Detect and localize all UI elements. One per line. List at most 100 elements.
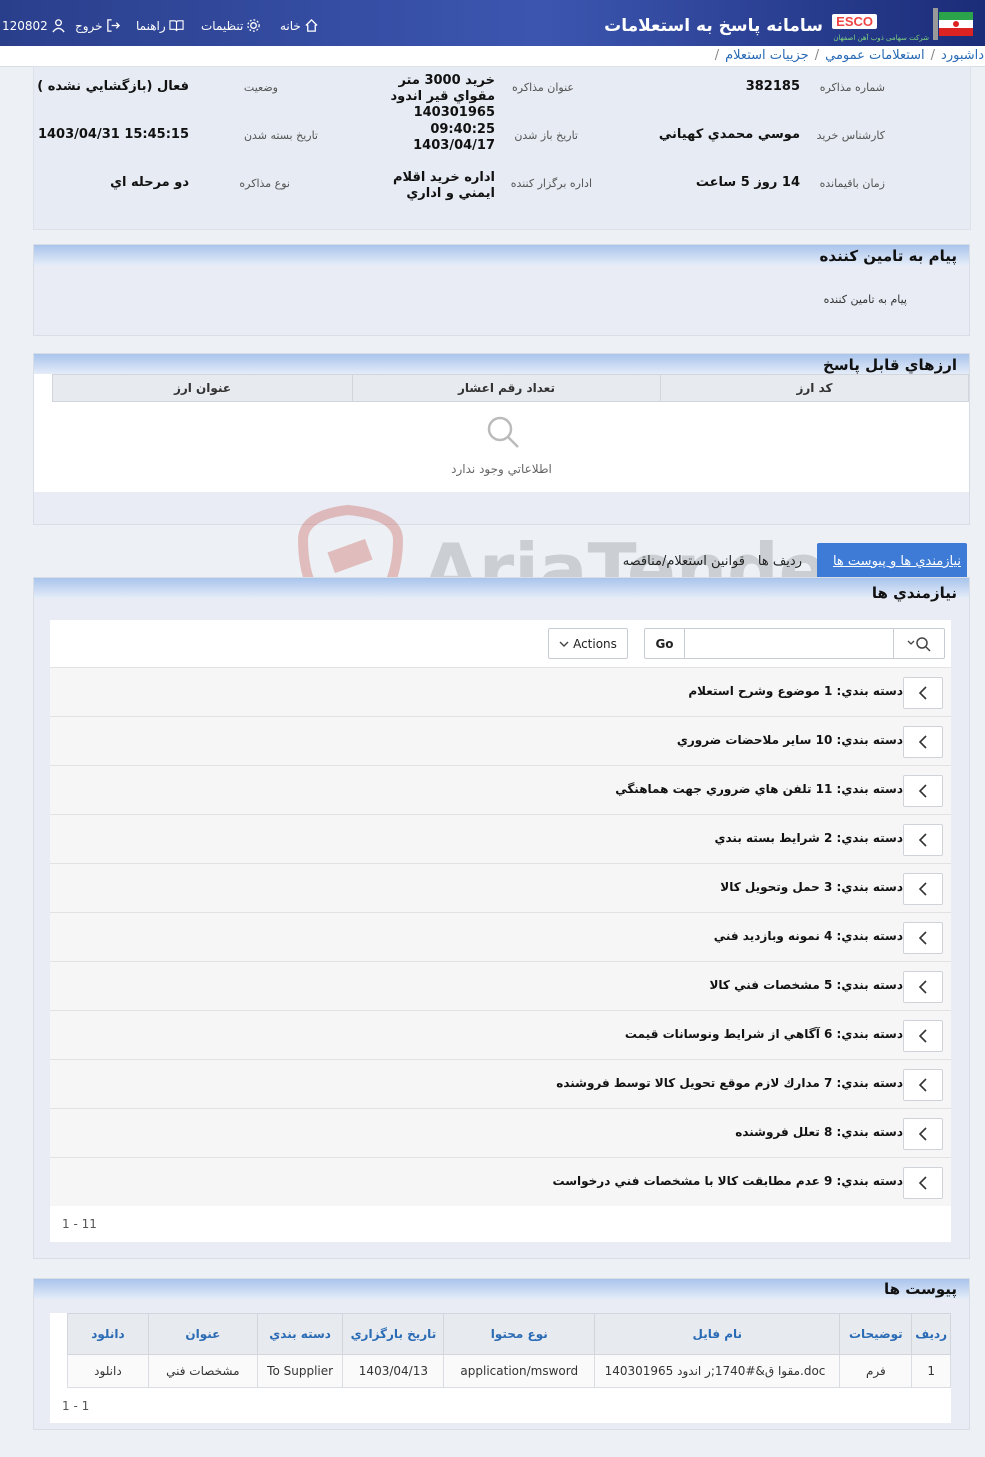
title-value: خريد 3000 متر مقواي قير اندود 140301965 bbox=[390, 73, 495, 120]
column-currency-code[interactable]: کد ارز bbox=[660, 374, 969, 402]
column-title[interactable]: عنوان bbox=[147, 1313, 258, 1355]
nav-guide[interactable]: راهنما bbox=[136, 18, 184, 33]
logout-icon bbox=[106, 19, 120, 32]
chevron-left-icon bbox=[918, 882, 927, 896]
list-item[interactable]: دسته بندي: 2 شرايط بسته بندي bbox=[50, 815, 951, 864]
empty-state-text: اطلاعاتي وجود ندارد bbox=[451, 462, 552, 476]
column-download[interactable]: دانلود bbox=[67, 1313, 149, 1355]
app-title: سامانه پاسخ به استعلامات bbox=[604, 16, 823, 36]
chevron-left-icon bbox=[918, 1078, 927, 1092]
category-text: 4 نمونه وبازديد فني bbox=[713, 929, 833, 943]
breadcrumb-public-inquiries[interactable]: استعلامات عمومي bbox=[825, 48, 925, 63]
expand-button[interactable] bbox=[903, 971, 943, 1003]
status-label: وضعيت bbox=[243, 81, 278, 94]
nav-guide-label: راهنما bbox=[136, 18, 166, 33]
expand-button[interactable] bbox=[903, 677, 943, 709]
expand-button[interactable] bbox=[903, 922, 943, 954]
supplier-message-region: پيام به تامين کننده پيام به تامين کننده bbox=[33, 244, 970, 336]
cell-download[interactable]: دانلود bbox=[67, 1354, 149, 1388]
column-upload-date[interactable]: تاريخ بارگزاري bbox=[342, 1313, 445, 1355]
column-decimal-count[interactable]: تعداد رقم اعشار bbox=[352, 374, 661, 402]
breadcrumb-inquiry-details[interactable]: جزييات استعلام bbox=[725, 48, 809, 63]
number-label: شماره مذاکره bbox=[819, 81, 885, 94]
expand-button[interactable] bbox=[903, 1020, 943, 1052]
column-row[interactable]: رديف bbox=[911, 1313, 951, 1355]
chevron-left-icon bbox=[918, 1029, 927, 1043]
expand-button[interactable] bbox=[903, 1167, 943, 1199]
list-item[interactable]: دسته بندي: 8 تعلل فروشنده bbox=[50, 1109, 951, 1158]
nav-user[interactable]: 120802 bbox=[2, 18, 66, 33]
org-label: اداره برگزار کننده bbox=[510, 177, 592, 190]
brand-subtitle: شرکت سهامی ذوب آهن اصفهان bbox=[833, 34, 929, 42]
expand-button[interactable] bbox=[903, 775, 943, 807]
search-column-button[interactable] bbox=[893, 629, 944, 658]
expand-button[interactable] bbox=[903, 873, 943, 905]
nav-logout[interactable]: خروج bbox=[75, 18, 121, 33]
gear-icon bbox=[247, 19, 261, 32]
category-text: 3 حمل وتحويل کالا bbox=[720, 880, 833, 894]
breadcrumb-dashboard[interactable]: ه داشبورد bbox=[941, 48, 985, 63]
category-text: 1 موضوع وشرح استعلام bbox=[688, 684, 833, 698]
nav-settings-label: تنظیمات bbox=[201, 18, 244, 33]
tab-requirements-attachments[interactable]: نيازمندي ها و پيوست ها bbox=[817, 543, 967, 577]
tab-rows[interactable]: رديف ها bbox=[758, 554, 802, 569]
list-item[interactable]: دسته بندي: 9 عدم مطابقت کالا با مشخصات ف… bbox=[50, 1158, 951, 1207]
go-button[interactable]: Go bbox=[645, 629, 685, 658]
column-description[interactable]: توضيحات bbox=[839, 1313, 913, 1355]
tab-requirements-label: نيازمندي ها و پيوست ها bbox=[832, 554, 961, 569]
category-prefix: دسته بندي: bbox=[836, 1174, 903, 1188]
title-label: عنوان مذاکره bbox=[512, 81, 574, 94]
currencies-region: ارزهاي قابل پاسخ کد ارز تعداد رقم اعشار … bbox=[33, 353, 970, 525]
open-time: 09:40:25 bbox=[430, 122, 495, 137]
table-row: 1 فرم مقوا ق&#1740;ر اندود 140301965.doc ap… bbox=[67, 1354, 951, 1388]
category-text: 2 شرايط بسته بندي bbox=[714, 831, 833, 845]
logo-icon bbox=[933, 8, 977, 40]
list-item[interactable]: دسته بندي: 3 حمل وتحويل کالا bbox=[50, 864, 951, 913]
list-item[interactable]: دسته بندي: 7 مدارك لازم موقع تحويل کالا … bbox=[50, 1060, 951, 1109]
remaining-label: زمان باقيمانده bbox=[819, 177, 885, 190]
status-value: فعال (بازگشايي نشده ) bbox=[37, 79, 189, 94]
supplier-message-body: پيام به تامين کننده bbox=[823, 293, 907, 306]
search-input[interactable] bbox=[685, 631, 889, 656]
list-item[interactable]: دسته بندي: 10 ساير ملاحضات ضروري bbox=[50, 717, 951, 766]
cell-category: To Supplier bbox=[256, 1354, 344, 1388]
list-item[interactable]: دسته بندي: 6 آگاهي از شرايط ونوسانات قيم… bbox=[50, 1011, 951, 1060]
column-category[interactable]: دسته بندي bbox=[256, 1313, 344, 1355]
actions-menu-button[interactable]: Actions bbox=[548, 628, 628, 659]
list-item[interactable]: دسته بندي: 11 تلفن هاي ضروري جهت هماهنگي bbox=[50, 766, 951, 815]
attachments-title: پيوست ها bbox=[883, 1280, 957, 1298]
expand-button[interactable] bbox=[903, 726, 943, 758]
chevron-left-icon bbox=[918, 1127, 927, 1141]
list-item-label: دسته بندي: 11 تلفن هاي ضروري جهت هماهنگي bbox=[615, 782, 903, 796]
list-item-label: دسته بندي: 2 شرايط بسته بندي bbox=[715, 831, 904, 845]
expand-button[interactable] bbox=[903, 1069, 943, 1101]
list-item[interactable]: دسته بندي: 4 نمونه وبازديد فني bbox=[50, 913, 951, 962]
user-icon bbox=[52, 19, 65, 33]
close-date-label: تاريخ بسته شدن bbox=[243, 129, 318, 142]
nav-settings[interactable]: تنظیمات bbox=[201, 18, 261, 33]
expand-button[interactable] bbox=[903, 1118, 943, 1150]
breadcrumb-separator: / bbox=[930, 48, 936, 63]
brand-name: ESCO bbox=[832, 14, 877, 29]
category-text: 6 آگاهي از شرايط ونوسانات قيمت bbox=[624, 1027, 833, 1041]
list-item-label: دسته بندي: 8 تعلل فروشنده bbox=[735, 1125, 903, 1139]
column-content-type[interactable]: نوع محتوا bbox=[443, 1313, 596, 1355]
chevron-down-icon bbox=[559, 641, 569, 647]
expand-button[interactable] bbox=[903, 824, 943, 856]
list-item[interactable]: دسته بندي: 1 موضوع وشرح استعلام bbox=[50, 668, 951, 717]
column-file-name[interactable]: نام فايل bbox=[594, 1313, 841, 1355]
requirements-pagination: 1 - 11 bbox=[50, 1206, 951, 1242]
attachments-pagination-text: 1 - 1 bbox=[62, 1399, 90, 1413]
nav-home[interactable]: خانه bbox=[280, 18, 319, 33]
category-prefix: دسته بندي: bbox=[836, 1027, 903, 1041]
cell-row: 1 bbox=[911, 1354, 951, 1388]
breadcrumb-separator: / bbox=[814, 48, 820, 63]
list-item[interactable]: دسته بندي: 5 مشخصات فني کالا bbox=[50, 962, 951, 1011]
category-prefix: دسته بندي: bbox=[836, 684, 903, 698]
search-box: Go bbox=[644, 628, 945, 659]
column-currency-title[interactable]: عنوان ارز bbox=[52, 374, 353, 402]
tab-rules[interactable]: قوانين استعلام/مناقصه bbox=[623, 554, 745, 569]
open-date-label: تاريخ باز شدن bbox=[514, 129, 578, 142]
cell-file-name: مقوا ق&#1740;ر اندود 140301965.doc bbox=[594, 1354, 841, 1388]
currencies-title: ارزهاي قابل پاسخ bbox=[823, 356, 957, 374]
